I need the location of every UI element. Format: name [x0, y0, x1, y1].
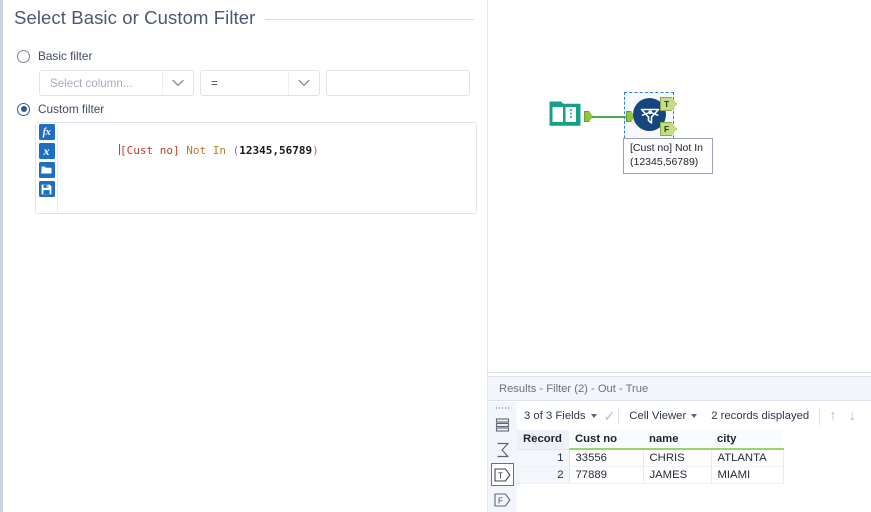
- tool-annotation-line-1: [Cust no] Not In: [630, 142, 703, 154]
- title-divider: [265, 19, 474, 20]
- svg-text:T: T: [498, 471, 503, 480]
- table-header-row: Record Cust no name city: [517, 430, 783, 450]
- connection-line[interactable]: [592, 116, 628, 118]
- column-header-cust-no[interactable]: Cust no: [569, 430, 643, 450]
- arrow-down-icon[interactable]: ↓: [842, 409, 861, 424]
- results-table: Record Cust no name city 1 33556 CHRIS A…: [517, 430, 784, 484]
- results-toolbar: 3 of 3 Fields ✓ Cell Viewer 2 records di…: [517, 402, 871, 430]
- filter-true-output-anchor[interactable]: T: [660, 97, 677, 111]
- custom-filter-radio-row[interactable]: Custom filter: [17, 102, 104, 116]
- operator-select-value: =: [211, 76, 218, 90]
- column-header-name[interactable]: name: [643, 430, 711, 450]
- table-row[interactable]: 2 77889 JAMES MIAMI: [517, 466, 784, 484]
- column-header-city[interactable]: city: [711, 430, 783, 450]
- expression-keyword-token: Not In: [186, 144, 226, 157]
- cell-city: ATLANTA: [711, 449, 784, 467]
- chevron-down-icon[interactable]: [163, 79, 193, 87]
- cell-cust-no: 77889: [569, 466, 644, 484]
- panel-title-row: Select Basic or Custom Filter: [14, 7, 474, 29]
- floppy-save-icon[interactable]: [38, 181, 55, 197]
- column-header-record[interactable]: Record: [517, 430, 569, 450]
- results-true-anchor-button[interactable]: T: [491, 463, 514, 486]
- column-select-value: Select column...: [50, 76, 133, 90]
- expression-text[interactable]: [Cust no] Not In (12345,56789): [58, 123, 476, 213]
- chevron-down-icon[interactable]: [691, 414, 698, 418]
- filter-false-output-anchor[interactable]: F: [660, 122, 677, 136]
- sigma-sum-icon[interactable]: [491, 438, 514, 461]
- results-rail: T F: [488, 402, 517, 512]
- filter-value-input[interactable]: [326, 70, 470, 96]
- chevron-down-icon[interactable]: [590, 414, 597, 418]
- viewer-selector-label: Cell Viewer: [629, 410, 687, 422]
- viewer-selector[interactable]: Cell Viewer: [622, 410, 704, 422]
- custom-filter-radio[interactable]: [17, 102, 30, 116]
- expression-field-token: [Cust no]: [119, 144, 180, 157]
- fields-selector[interactable]: 3 of 3 Fields: [517, 410, 604, 422]
- results-header: Results - Filter (2) - Out - True: [488, 376, 871, 401]
- variable-x-icon[interactable]: x: [38, 143, 55, 159]
- folder-open-icon[interactable]: [38, 162, 55, 178]
- input-data-book-icon[interactable]: [548, 98, 582, 128]
- toolbar-divider: [819, 407, 821, 425]
- results-panel: Results - Filter (2) - Out - True T F 3 …: [487, 372, 871, 512]
- chevron-down-icon[interactable]: [289, 79, 319, 87]
- basic-filter-label: Basic filter: [38, 49, 93, 63]
- records-list-icon[interactable]: [491, 413, 514, 436]
- column-select[interactable]: Select column...: [39, 70, 194, 96]
- app-root: Select Basic or Custom Filter Basic filt…: [0, 0, 871, 512]
- fields-selector-label: 3 of 3 Fields: [524, 410, 586, 422]
- custom-filter-label: Custom filter: [38, 102, 105, 116]
- drag-grip-icon[interactable]: [494, 405, 511, 411]
- table-row[interactable]: 1 33556 CHRIS ATLANTA: [517, 449, 784, 467]
- tool-annotation: [Cust no] Not In (12345,56789): [623, 138, 713, 174]
- records-displayed-label: 2 records displayed: [711, 410, 810, 422]
- basic-filter-radio[interactable]: [17, 49, 30, 63]
- results-data-grid[interactable]: Record Cust no name city 1 33556 CHRIS A…: [517, 430, 871, 512]
- operator-select[interactable]: =: [200, 70, 320, 96]
- cell-record: 1: [517, 449, 570, 467]
- workflow-canvas[interactable]: T F [Cust no] Not In (12345,56789): [487, 0, 871, 372]
- basic-filter-controls: Select column... =: [39, 70, 470, 96]
- arrow-up-icon[interactable]: ↑: [823, 409, 842, 424]
- tool-annotation-line-2: (12345,56789): [630, 155, 699, 168]
- function-fx-icon[interactable]: fx: [38, 124, 55, 140]
- cell-city: MIAMI: [711, 466, 784, 484]
- expression-numbers: 12345,56789: [239, 144, 313, 157]
- cell-name: CHRIS: [643, 449, 712, 467]
- results-title: Results - Filter (2) - Out - True: [499, 382, 649, 395]
- svg-text:F: F: [498, 496, 503, 505]
- results-false-anchor-button[interactable]: F: [491, 488, 514, 511]
- filter-config-panel: Select Basic or Custom Filter Basic filt…: [0, 0, 484, 512]
- expression-close-paren: ): [312, 144, 319, 157]
- cell-cust-no: 33556: [569, 449, 644, 467]
- filter-false-anchor-label: F: [664, 124, 670, 134]
- cell-record: 2: [517, 466, 570, 484]
- expression-space-2: [226, 144, 233, 157]
- filter-true-anchor-label: T: [664, 99, 670, 109]
- basic-filter-radio-row[interactable]: Basic filter: [17, 49, 92, 63]
- toolbar-divider: [618, 407, 620, 425]
- cell-name: JAMES: [643, 466, 712, 484]
- checkmark-icon[interactable]: ✓: [604, 409, 616, 423]
- page-title: Select Basic or Custom Filter: [14, 7, 256, 28]
- expression-editor-toolbar: fx x: [36, 123, 58, 213]
- expression-editor[interactable]: fx x [Cust no] Not In (12345,56789): [35, 122, 477, 214]
